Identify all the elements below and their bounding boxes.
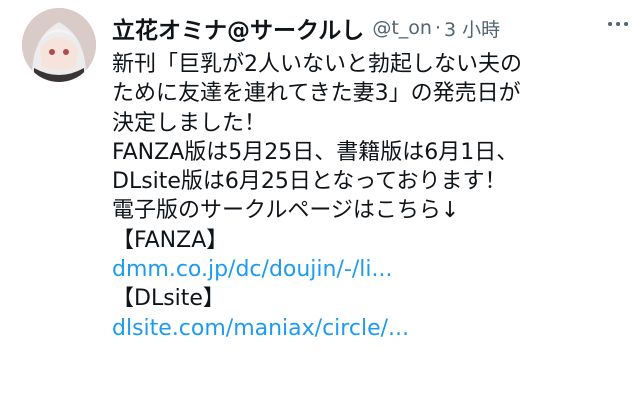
post-text-line: 決定しました！ xyxy=(112,110,267,136)
post-text-line: DLsite版は6月25日となっております！ xyxy=(112,169,507,195)
post-text-line: 電子版のサークルページはこちら↓ xyxy=(112,198,460,224)
post-text-line: ために友達を連れてきた妻3」の発売日が xyxy=(112,81,521,107)
separator-dot: · xyxy=(434,17,441,39)
avatar-image xyxy=(22,8,96,82)
more-horizontal-icon xyxy=(608,22,612,26)
post-body: 新刊「巨乳が2人いないと勃起しない夫の ために友達を連れてきた妻3」の発売日が … xyxy=(112,50,628,343)
post-timestamp[interactable]: 3 小時 xyxy=(444,15,500,42)
author-name[interactable]: 立花オミナ@サークルし xyxy=(112,11,364,45)
fanza-label: 【FANZA】 xyxy=(112,227,229,253)
more-options-button[interactable] xyxy=(608,22,628,26)
author-handle[interactable]: @t_on xyxy=(372,17,432,39)
dlsite-label: 【DLsite】 xyxy=(112,286,225,312)
post-text-line: FANZA版は5月25日、書籍版は6月1日、 xyxy=(112,139,519,165)
post-header: 立花オミナ@サークルし @t_on · 3 小時 xyxy=(112,10,634,46)
dlsite-link[interactable]: dlsite.com/maniax/circle/... xyxy=(112,314,628,343)
fanza-link[interactable]: dmm.co.jp/dc/doujin/-/li... xyxy=(112,255,628,284)
post-text-line: 新刊「巨乳が2人いないと勃起しない夫の xyxy=(112,52,522,77)
avatar[interactable] xyxy=(22,8,96,82)
